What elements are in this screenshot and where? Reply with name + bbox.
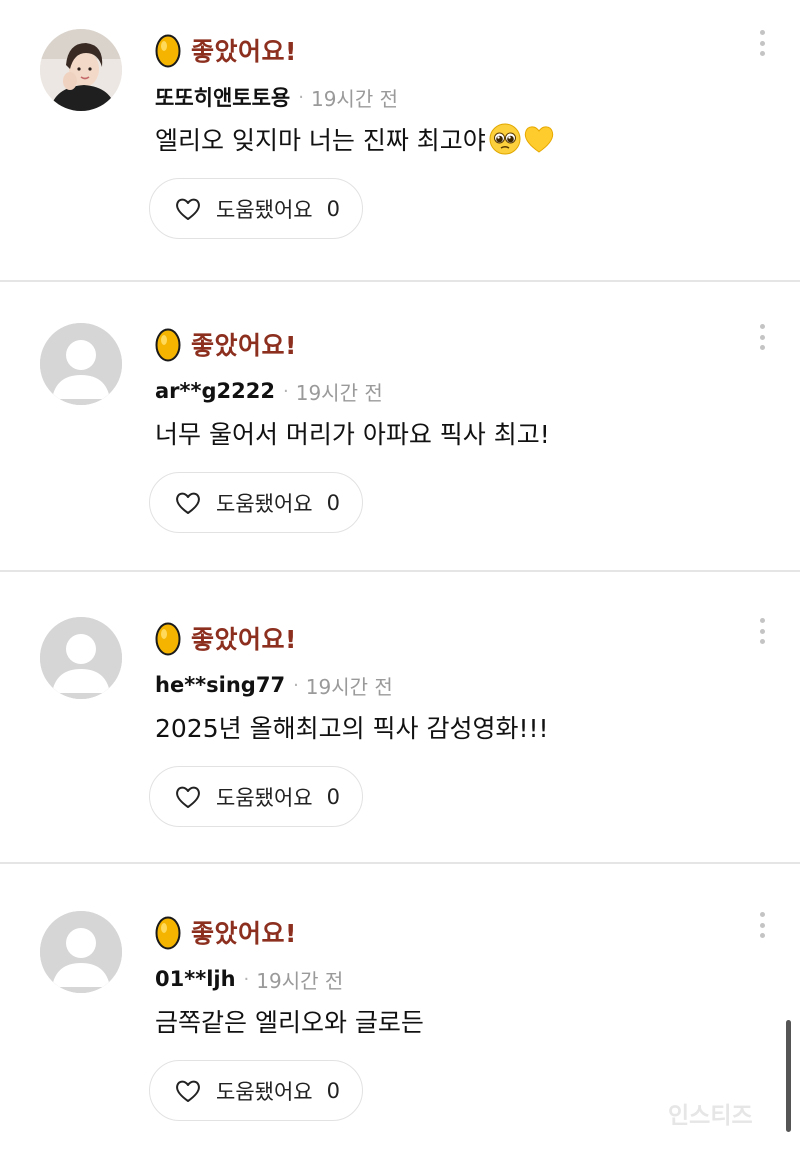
comment-emojis bbox=[488, 122, 556, 156]
timestamp: 19시간 전 bbox=[256, 968, 344, 993]
helpful-count: 0 bbox=[326, 196, 340, 221]
more-options-icon[interactable] bbox=[752, 322, 772, 352]
helpful-count: 0 bbox=[326, 1078, 340, 1103]
meta-separator: · bbox=[298, 86, 304, 108]
review-card: 좋았어요! ar**g2222 · 19시간 전 너무 울어서 머리가 아파요 … bbox=[0, 294, 800, 588]
heart-outline-icon bbox=[176, 786, 200, 808]
avatar[interactable] bbox=[40, 29, 122, 111]
heart-outline-icon bbox=[176, 198, 200, 220]
helpful-button[interactable]: 도움됐어요 0 bbox=[149, 766, 363, 827]
timestamp: 19시간 전 bbox=[295, 380, 383, 405]
comment-text-row: 2025년 올해최고의 픽사 감성영화!!! bbox=[155, 706, 549, 748]
username[interactable]: 01**ljh bbox=[155, 967, 236, 991]
heart-outline-icon bbox=[176, 1080, 200, 1102]
divider bbox=[0, 280, 800, 282]
review-meta: ar**g2222 · 19시간 전 bbox=[155, 374, 383, 408]
avatar[interactable] bbox=[40, 323, 122, 405]
divider bbox=[0, 862, 800, 864]
comment-text: 금쪽같은 엘리오와 글로든 bbox=[155, 1008, 424, 1037]
more-options-icon[interactable] bbox=[752, 28, 772, 58]
avatar[interactable] bbox=[40, 617, 122, 699]
helpful-button[interactable]: 도움됐어요 0 bbox=[149, 472, 363, 533]
profile-photo-icon bbox=[40, 29, 122, 111]
meta-separator: · bbox=[293, 674, 299, 696]
more-options-icon[interactable] bbox=[752, 910, 772, 940]
heart-outline-icon bbox=[176, 492, 200, 514]
default-avatar-icon bbox=[40, 323, 122, 405]
helpful-label: 도움됐어요 bbox=[216, 1079, 313, 1104]
comment-text: 너무 울어서 머리가 아파요 픽사 최고! bbox=[155, 420, 550, 449]
default-avatar-icon bbox=[40, 911, 122, 993]
helpful-label: 도움됐어요 bbox=[216, 785, 313, 810]
golden-egg-icon bbox=[155, 622, 181, 656]
username[interactable]: ar**g2222 bbox=[155, 379, 275, 403]
rating-label: 좋았어요! bbox=[191, 625, 297, 654]
golden-egg-icon bbox=[155, 916, 181, 950]
helpful-label: 도움됐어요 bbox=[216, 491, 313, 516]
meta-separator: · bbox=[243, 968, 250, 990]
helpful-button[interactable]: 도움됐어요 0 bbox=[149, 1060, 363, 1121]
timestamp: 19시간 전 bbox=[305, 674, 393, 699]
rating-label: 좋았어요! bbox=[191, 37, 297, 66]
rating: 좋았어요! bbox=[155, 324, 297, 364]
review-card: 좋았어요! 또또히앤토토용 · 19시간 전 엘리오 잊지마 너는 진짜 최고야 bbox=[0, 0, 800, 294]
username[interactable]: he**sing77 bbox=[155, 673, 285, 697]
comment-text: 엘리오 잊지마 너는 진짜 최고야 bbox=[155, 126, 486, 155]
review-card: 좋았어요! he**sing77 · 19시간 전 2025년 올해최고의 픽사… bbox=[0, 588, 800, 882]
rating-label: 좋았어요! bbox=[191, 919, 297, 948]
rating-label: 좋았어요! bbox=[191, 331, 297, 360]
review-meta: 01**ljh · 19시간 전 bbox=[155, 962, 343, 996]
review-meta: 또또히앤토토용 · 19시간 전 bbox=[155, 80, 398, 114]
helpful-button[interactable]: 도움됐어요 0 bbox=[149, 178, 363, 239]
rating: 좋았어요! bbox=[155, 912, 297, 952]
yellow-heart-icon bbox=[524, 126, 553, 153]
username[interactable]: 또또히앤토토용 bbox=[155, 82, 290, 112]
meta-separator: · bbox=[282, 380, 289, 402]
helpful-label: 도움됐어요 bbox=[216, 197, 313, 222]
comment-text: 2025년 올해최고의 픽사 감성영화!!! bbox=[155, 714, 549, 743]
rating: 좋았어요! bbox=[155, 30, 297, 70]
golden-egg-icon bbox=[155, 328, 181, 362]
more-options-icon[interactable] bbox=[752, 616, 772, 646]
pleading-face-icon bbox=[489, 123, 521, 155]
review-meta: he**sing77 · 19시간 전 bbox=[155, 668, 393, 702]
helpful-count: 0 bbox=[326, 784, 340, 809]
avatar[interactable] bbox=[40, 911, 122, 993]
helpful-count: 0 bbox=[326, 490, 340, 515]
comment-text-row: 엘리오 잊지마 너는 진짜 최고야 bbox=[155, 118, 556, 160]
divider bbox=[0, 570, 800, 572]
comment-text-row: 너무 울어서 머리가 아파요 픽사 최고! bbox=[155, 412, 550, 454]
watermark: 인스티즈 bbox=[668, 1103, 753, 1129]
timestamp: 19시간 전 bbox=[310, 86, 398, 111]
comment-text-row: 금쪽같은 엘리오와 글로든 bbox=[155, 1000, 424, 1042]
scrollbar[interactable] bbox=[786, 1020, 791, 1132]
rating: 좋았어요! bbox=[155, 618, 297, 658]
golden-egg-icon bbox=[155, 34, 181, 68]
default-avatar-icon bbox=[40, 617, 122, 699]
